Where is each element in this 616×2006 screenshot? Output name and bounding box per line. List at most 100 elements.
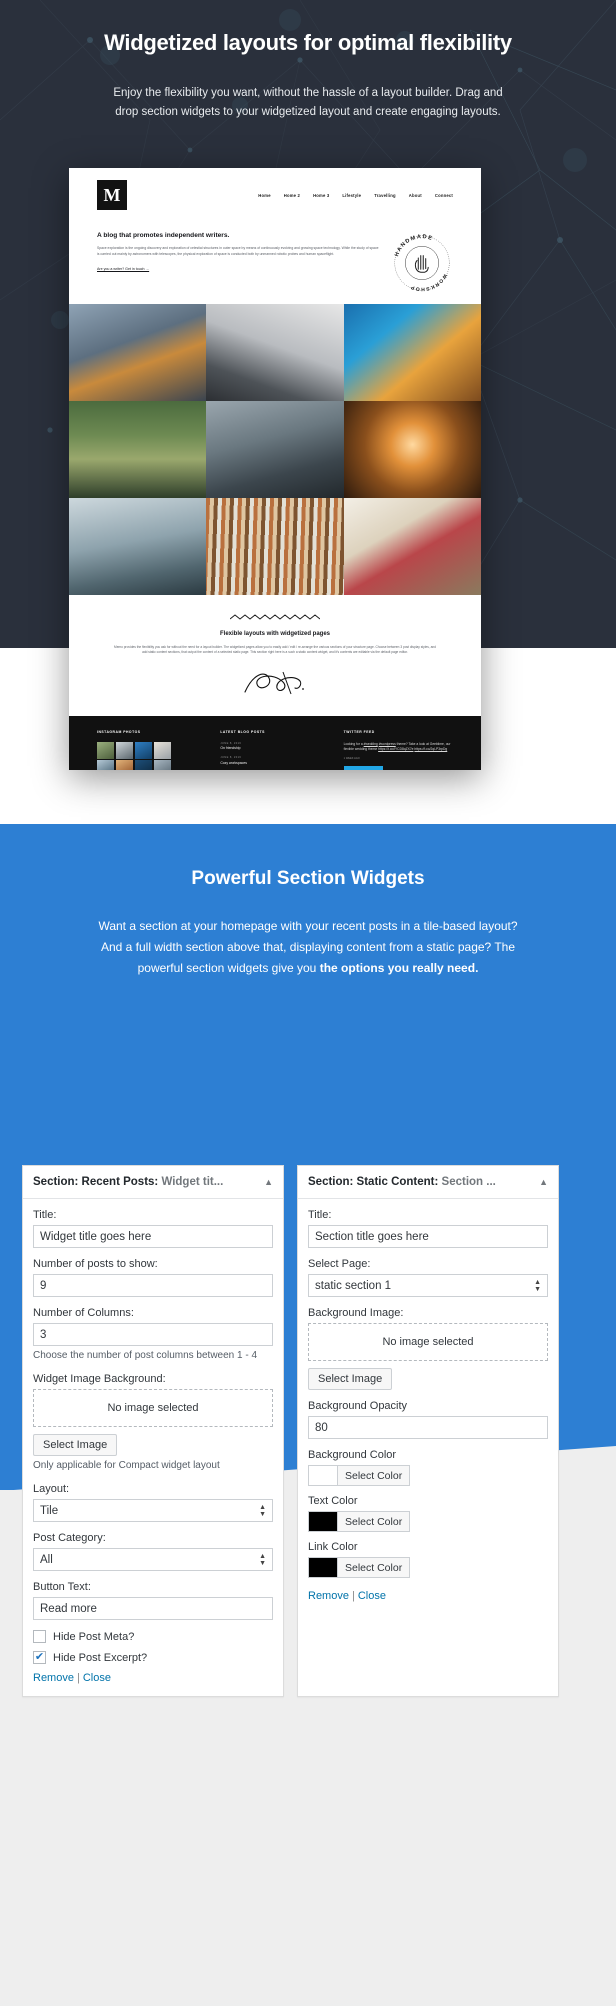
- instagram-thumb[interactable]: [134, 760, 153, 770]
- instagram-thumb[interactable]: [97, 760, 115, 770]
- mockup-nav-item[interactable]: Lifestyle: [342, 193, 361, 198]
- widget-image-help-text: Only applicable for Compact widget layou…: [33, 1460, 220, 1471]
- chevron-up-icon[interactable]: ▲: [264, 1177, 273, 1187]
- select-arrows-icon: ▲ ▼: [259, 1552, 266, 1567]
- layout-select[interactable]: Tile ▲ ▼: [33, 1499, 273, 1522]
- hide-post-meta-row[interactable]: Hide Post Meta?: [33, 1630, 273, 1643]
- mockup-contact-link[interactable]: Are you a writer? Get in touch →: [97, 267, 149, 271]
- widget-actions: Remove | Close: [33, 1672, 273, 1684]
- select-arrows-icon: ▲ ▼: [534, 1278, 541, 1293]
- select-arrows-icon: ▲ ▼: [259, 1503, 266, 1518]
- widget-header-subtitle: Section ...: [438, 1176, 496, 1188]
- background-color-swatch[interactable]: [308, 1465, 338, 1486]
- grid-tile: [343, 401, 481, 498]
- background-opacity-group: Background Opacity: [308, 1400, 548, 1439]
- blue-section-subtitle: Want a section at your homepage with you…: [92, 916, 524, 979]
- background-color-label: Background Color: [308, 1449, 397, 1461]
- website-mockup-preview: M Home Home 2 Home 3 Lifestyle Travellin…: [69, 168, 481, 770]
- remove-link[interactable]: Remove: [33, 1672, 74, 1684]
- text-color-swatch[interactable]: [308, 1511, 338, 1532]
- hide-post-meta-checkbox[interactable]: [33, 1630, 46, 1643]
- title-input[interactable]: [33, 1225, 273, 1248]
- background-color-group: Background Color Select Color: [308, 1449, 548, 1486]
- mockup-nav-item[interactable]: Connect: [435, 193, 453, 198]
- link-separator: |: [351, 1590, 355, 1602]
- close-link[interactable]: Close: [83, 1672, 111, 1684]
- mockup-nav-item[interactable]: Home 2: [284, 193, 300, 198]
- footer-post-item[interactable]: JUNE 8, 2016 Cozy workspaces: [220, 756, 329, 765]
- title-input[interactable]: [308, 1225, 548, 1248]
- image-dropzone[interactable]: No image selected: [308, 1323, 548, 1361]
- hero-subtitle: Enjoy the flexibility you want, without …: [113, 87, 503, 118]
- instagram-thumb[interactable]: [134, 741, 153, 759]
- link-select-color-button[interactable]: Select Color: [338, 1557, 411, 1578]
- posts-count-field-group: Number of posts to show:: [33, 1258, 273, 1297]
- link-color-swatch[interactable]: [308, 1557, 338, 1578]
- tweet-hashtag-link[interactable]: #wedding: [364, 742, 378, 746]
- grid-tile: [206, 304, 344, 401]
- image-dropzone[interactable]: No image selected: [33, 1389, 273, 1427]
- grid-tile: [343, 498, 481, 595]
- mockup-nav: Home Home 2 Home 3 Lifestyle Travelling …: [258, 193, 453, 198]
- columns-field-group: Number of Columns: Choose the number of …: [33, 1307, 273, 1363]
- grid-tile: [343, 304, 481, 401]
- handmade-workshop-stamp-icon: HANDMADE WORKSHOP: [391, 232, 453, 294]
- hide-post-excerpt-checkbox[interactable]: [33, 1651, 46, 1664]
- select-page-field-group: Select Page: static section 1 ▲ ▼: [308, 1258, 548, 1297]
- footer-post-item[interactable]: JUNE 8, 2016 On friendship: [220, 742, 329, 751]
- tweet-text: Looking for a #wedding #wordpress theme?…: [344, 742, 453, 753]
- button-text-input[interactable]: [33, 1597, 273, 1620]
- close-link[interactable]: Close: [358, 1590, 386, 1602]
- widget-image-background-group: Widget Image Background: No image select…: [33, 1373, 273, 1473]
- mockup-nav-item[interactable]: Home 3: [313, 193, 329, 198]
- post-category-label: Post Category:: [33, 1532, 106, 1544]
- title-field-group: Title:: [308, 1209, 548, 1248]
- chevron-up-icon[interactable]: ▲: [539, 1177, 548, 1187]
- background-image-group: Background Image: No image selected Sele…: [308, 1307, 548, 1390]
- hide-post-excerpt-label: Hide Post Excerpt?: [53, 1651, 148, 1664]
- recent-posts-widget-header[interactable]: Section: Recent Posts: Widget tit... ▲: [23, 1166, 283, 1199]
- background-opacity-label: Background Opacity: [308, 1400, 408, 1412]
- title-label: Title:: [33, 1209, 57, 1221]
- background-opacity-input[interactable]: [308, 1416, 548, 1439]
- footer-posts-column: LATEST BLOG POSTS JUNE 8, 2016 On friend…: [220, 730, 329, 770]
- background-select-color-button[interactable]: Select Color: [338, 1465, 411, 1486]
- title-label: Title:: [308, 1209, 332, 1221]
- mockup-nav-item[interactable]: Travelling: [374, 193, 396, 198]
- hide-post-excerpt-row[interactable]: Hide Post Excerpt?: [33, 1651, 273, 1664]
- post-date: JUNE 8, 2016: [220, 741, 242, 745]
- text-select-color-button[interactable]: Select Color: [338, 1511, 411, 1532]
- post-category-selected-value: All: [40, 1553, 53, 1566]
- signature-graphic: [244, 671, 304, 694]
- columns-input[interactable]: [33, 1323, 273, 1346]
- blue-section-title: Powerful Section Widgets: [191, 868, 425, 889]
- instagram-thumb[interactable]: [115, 760, 134, 770]
- mockup-footer: INSTAGRAM PHOTOS LATEST BLOG POSTS JUNE …: [69, 715, 481, 770]
- select-page-dropdown[interactable]: static section 1 ▲ ▼: [308, 1274, 548, 1297]
- tweet-url-link[interactable]: https://t.co/2qLP3rpDg: [414, 747, 447, 751]
- post-category-select[interactable]: All ▲ ▼: [33, 1548, 273, 1571]
- follow-on-twitter-button[interactable]: Follow on twitter: [343, 766, 383, 770]
- posts-count-label: Number of posts to show:: [33, 1258, 158, 1270]
- instagram-thumb[interactable]: [97, 741, 115, 759]
- static-content-widget-panel: Section: Static Content: Section ... ▲ T…: [297, 1165, 559, 1697]
- instagram-thumb[interactable]: [115, 741, 134, 759]
- instagram-thumb[interactable]: [153, 760, 171, 770]
- instagram-thumb[interactable]: [153, 741, 171, 759]
- select-image-button[interactable]: Select Image: [33, 1434, 118, 1456]
- select-image-button[interactable]: Select Image: [308, 1368, 393, 1390]
- no-image-selected-text: No image selected: [382, 1336, 474, 1348]
- select-page-selected-value: static section 1: [315, 1279, 392, 1292]
- widget-image-background-label: Widget Image Background:: [33, 1373, 166, 1385]
- posts-count-input[interactable]: [33, 1274, 273, 1297]
- tweet-hashtag-link[interactable]: #wordpress: [379, 742, 396, 746]
- remove-link[interactable]: Remove: [308, 1590, 349, 1602]
- widget-header-title: Section: Static Content:: [308, 1176, 439, 1188]
- tweet-url-link[interactable]: https://t.co/iYCD8qZX7e: [378, 747, 413, 751]
- grid-tile: [69, 304, 207, 401]
- svg-text:HANDMADE: HANDMADE: [394, 234, 434, 257]
- link-color-group: Link Color Select Color: [308, 1541, 548, 1578]
- mockup-nav-item[interactable]: About: [409, 193, 422, 198]
- static-content-widget-header[interactable]: Section: Static Content: Section ... ▲: [298, 1166, 558, 1199]
- mockup-nav-item[interactable]: Home: [258, 193, 270, 198]
